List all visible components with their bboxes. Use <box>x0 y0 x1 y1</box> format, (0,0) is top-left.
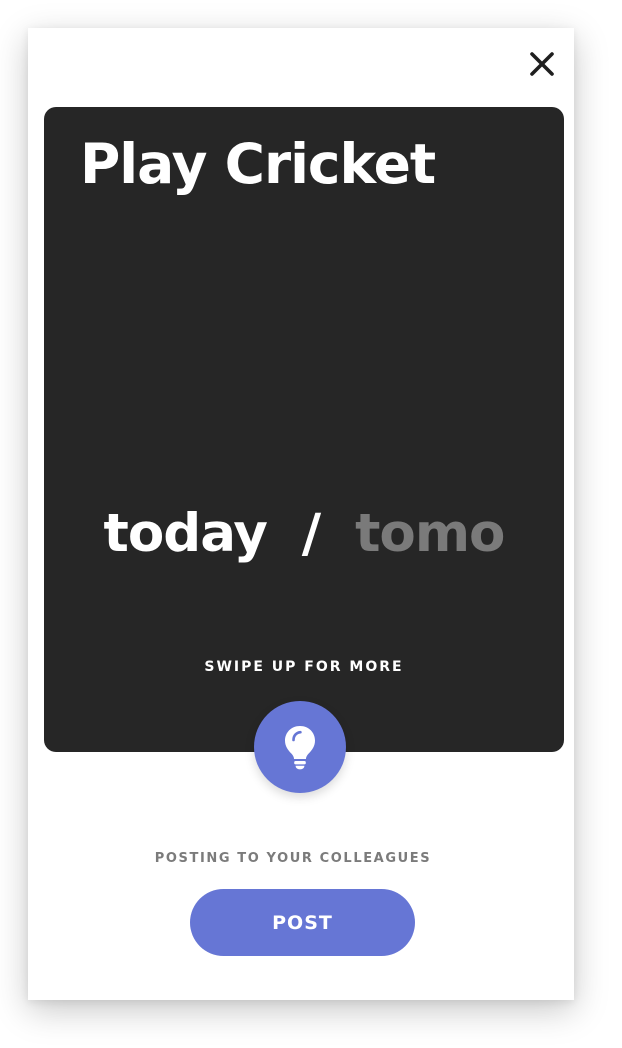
swipe-hint: SWIPE UP FOR MORE <box>204 659 404 675</box>
day-toggle: today / tomo <box>44 499 564 569</box>
idea-button[interactable] <box>254 701 346 793</box>
lightbulb-icon <box>285 726 315 770</box>
close-button[interactable] <box>526 48 558 80</box>
post-button[interactable]: POST <box>190 889 415 956</box>
option-separator: / <box>284 503 338 564</box>
option-today[interactable]: today <box>104 503 268 564</box>
posting-audience-label: POSTING TO YOUR COLLEAGUES <box>154 851 432 866</box>
activity-card[interactable]: Play Cricket today / tomo SWIPE UP FOR M… <box>44 107 564 752</box>
activity-title: Play Cricket <box>80 132 436 196</box>
option-tomo[interactable]: tomo <box>355 503 505 564</box>
activity-card-modal: Play Cricket today / tomo SWIPE UP FOR M… <box>28 28 574 1000</box>
close-icon <box>530 52 554 76</box>
